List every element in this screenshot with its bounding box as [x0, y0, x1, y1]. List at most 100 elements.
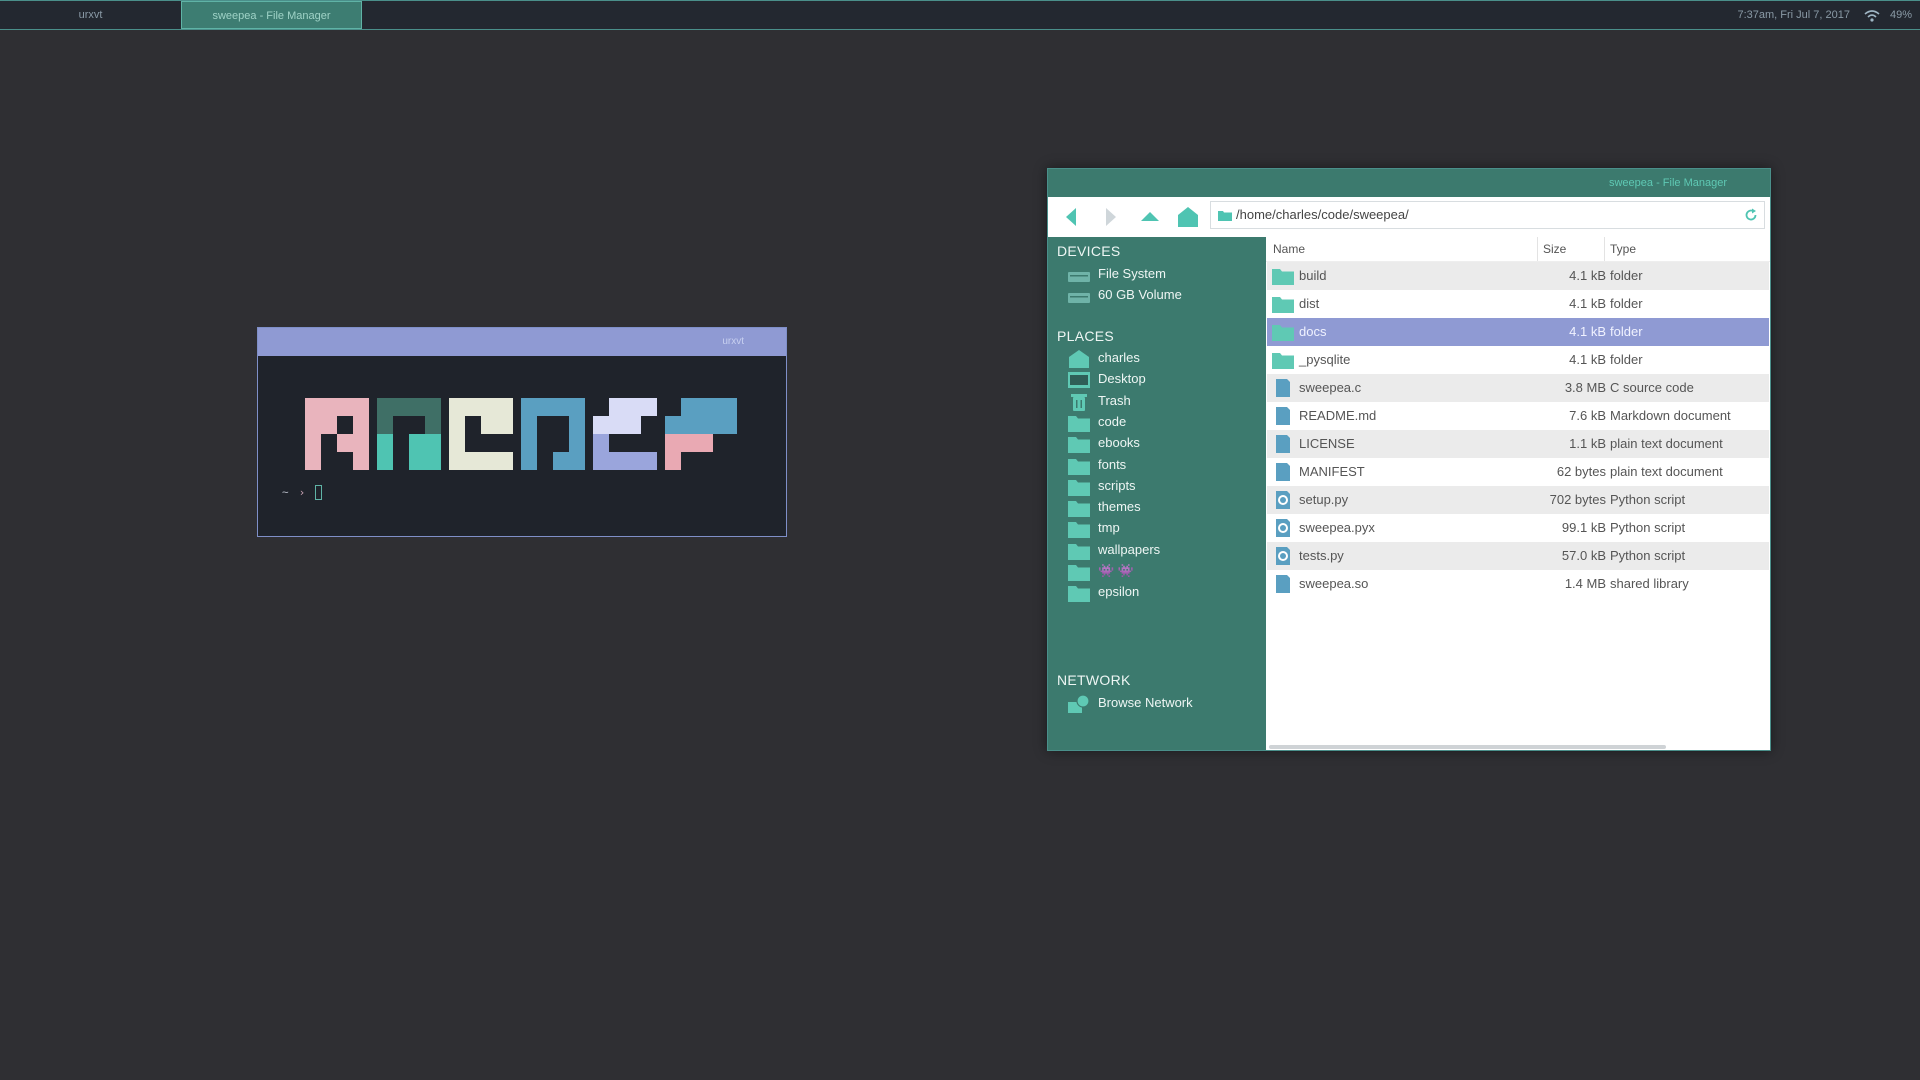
folder-icon: [1068, 542, 1090, 560]
file-row-build[interactable]: build 4.1 kB folder: [1267, 262, 1769, 290]
clock[interactable]: 7:37am, Fri Jul 7, 2017: [1737, 1, 1850, 29]
prompt-tilde: ~: [282, 485, 289, 499]
logo-letter-2: [377, 398, 441, 470]
file-name: MANIFEST: [1299, 464, 1365, 479]
file-row-readme-md[interactable]: README.md 7.6 kB Markdown document: [1267, 402, 1769, 430]
folder-icon: [1068, 414, 1090, 432]
home-icon[interactable]: [1177, 206, 1199, 228]
file-type: Markdown document: [1610, 408, 1731, 423]
file-row-docs[interactable]: docs 4.1 kB folder: [1267, 318, 1769, 346]
sidebar-item-label: 60 GB Volume: [1098, 287, 1182, 303]
file-name: README.md: [1299, 408, 1377, 423]
file-type: folder: [1610, 296, 1643, 311]
file-icon: [1272, 407, 1294, 425]
taskbar-item-urxvt[interactable]: urxvt: [0, 1, 181, 29]
file-type: Python script: [1610, 548, 1686, 563]
sidebar: DEVICES File System 60 GB Volume PLACES c…: [1048, 237, 1266, 750]
file-manager-window[interactable]: sweepea - File Manager /home/charles/cod…: [1047, 168, 1771, 751]
file-name: sweepea.c: [1299, 380, 1362, 395]
file-size: 57.0 kB: [1561, 548, 1606, 563]
battery-indicator[interactable]: 49%: [1890, 1, 1912, 29]
sidebar-item-label: ebooks: [1098, 435, 1140, 451]
folder-icon: [1068, 457, 1090, 475]
python-icon: [1272, 547, 1294, 565]
python-icon: [1272, 519, 1294, 537]
location-path[interactable]: /home/charles/code/sweepea/: [1236, 202, 1409, 228]
file-type: Python script: [1610, 520, 1686, 535]
horizontal-scrollbar[interactable]: [1269, 745, 1666, 749]
terminal-titlebar[interactable]: urxvt: [258, 328, 786, 356]
wifi-icon[interactable]: [1864, 10, 1880, 22]
refresh-icon[interactable]: [1744, 208, 1758, 222]
sidebar-item-label: wallpapers: [1098, 541, 1161, 557]
file-type: shared library: [1610, 576, 1689, 591]
file-name: LICENSE: [1299, 436, 1355, 451]
sidebar-item-label: charles: [1098, 350, 1140, 365]
folder-icon: [1272, 351, 1294, 369]
file-type: C source code: [1610, 380, 1694, 395]
prompt-arrow: ›: [298, 485, 306, 499]
file-list-header: Name Size Type: [1266, 237, 1770, 262]
sidebar-heading-devices: DEVICES: [1057, 243, 1121, 259]
file-size: 4.1 kB: [1569, 268, 1606, 283]
file-row-license[interactable]: LICENSE 1.1 kB plain text document: [1267, 430, 1769, 458]
file-type: Python script: [1610, 492, 1686, 507]
location-bar[interactable]: /home/charles/code/sweepea/: [1210, 201, 1765, 229]
top-panel: urxvt sweepea - File Manager 7:37am, Fri…: [0, 0, 1920, 30]
file-icon: [1272, 463, 1294, 481]
column-header-type[interactable]: Type: [1605, 237, 1765, 261]
file-manager-titlebar[interactable]: sweepea - File Manager: [1048, 169, 1770, 197]
back-arrow-icon[interactable]: [1061, 206, 1083, 228]
logo-letter-4: [521, 398, 585, 470]
folder-icon: [1068, 435, 1090, 454]
file-row-tests-py[interactable]: tests.py 57.0 kB Python script: [1267, 542, 1769, 570]
up-arrow-icon[interactable]: [1139, 206, 1161, 228]
file-row-sweepea-c[interactable]: sweepea.c 3.8 MB C source code: [1267, 374, 1769, 402]
sidebar-item-label: 👾 👾: [1098, 563, 1134, 578]
terminal-window[interactable]: urxvt ~ ›: [257, 327, 787, 537]
file-row-sweepea-pyx[interactable]: sweepea.pyx 99.1 kB Python script: [1267, 514, 1769, 542]
desktop-icon: [1068, 371, 1090, 389]
sidebar-item-label: themes: [1098, 499, 1141, 515]
file-type: folder: [1610, 324, 1643, 339]
file-size: 4.1 kB: [1569, 324, 1606, 339]
forward-arrow-icon[interactable]: [1099, 206, 1121, 228]
file-size: 62 bytes: [1556, 464, 1606, 479]
file-row-dist[interactable]: dist 4.1 kB folder: [1267, 290, 1769, 318]
file-row-setup-py[interactable]: setup.py 702 bytes Python script: [1267, 486, 1769, 514]
column-header-size[interactable]: Size: [1538, 237, 1605, 261]
sidebar-heading-network: NETWORK: [1057, 672, 1131, 688]
file-icon: [1272, 575, 1294, 593]
file-row-pysqlite[interactable]: _pysqlite 4.1 kB folder: [1267, 346, 1769, 374]
sidebar-item-browse-network[interactable]: Browse Network: [1068, 692, 1258, 716]
folder-icon: [1272, 323, 1294, 341]
logo-letter-6: [665, 398, 737, 470]
file-row-manifest[interactable]: MANIFEST 62 bytes plain text document: [1267, 458, 1769, 486]
sidebar-item-label: File System: [1098, 266, 1166, 281]
folder-icon: [1068, 563, 1090, 581]
sidebar-heading-places: PLACES: [1057, 328, 1115, 344]
file-type: plain text document: [1610, 464, 1723, 479]
folder-icon: [1272, 295, 1294, 313]
sidebar-item-60-gb-volume[interactable]: 60 GB Volume: [1068, 284, 1258, 308]
file-type: plain text document: [1610, 436, 1723, 451]
taskbar-item-file-manager[interactable]: sweepea - File Manager: [181, 1, 362, 29]
file-list: Name Size Type build 4.1 kB folder dist 4.1 …: [1266, 237, 1770, 750]
folder-icon: [1218, 211, 1232, 221]
file-name: sweepea.pyx: [1299, 520, 1375, 535]
shell-prompt[interactable]: ~ ›: [282, 485, 323, 500]
column-header-name[interactable]: Name: [1273, 237, 1538, 261]
home-icon: [1068, 350, 1090, 368]
folder-icon: [1068, 584, 1090, 603]
logo-letter-3: [449, 398, 513, 470]
file-size: 7.6 kB: [1569, 408, 1606, 423]
folder-icon: [1272, 267, 1294, 285]
file-name: sweepea.so: [1299, 576, 1369, 591]
file-row-sweepea-so[interactable]: sweepea.so 1.4 MB shared library: [1267, 570, 1769, 598]
file-name: setup.py: [1299, 492, 1349, 507]
folder-icon: [1068, 499, 1090, 518]
sidebar-item-epsilon[interactable]: epsilon: [1068, 581, 1258, 605]
file-size: 702 bytes: [1549, 492, 1606, 507]
trash-icon: [1068, 393, 1090, 411]
logo-letter-5: [593, 398, 657, 470]
